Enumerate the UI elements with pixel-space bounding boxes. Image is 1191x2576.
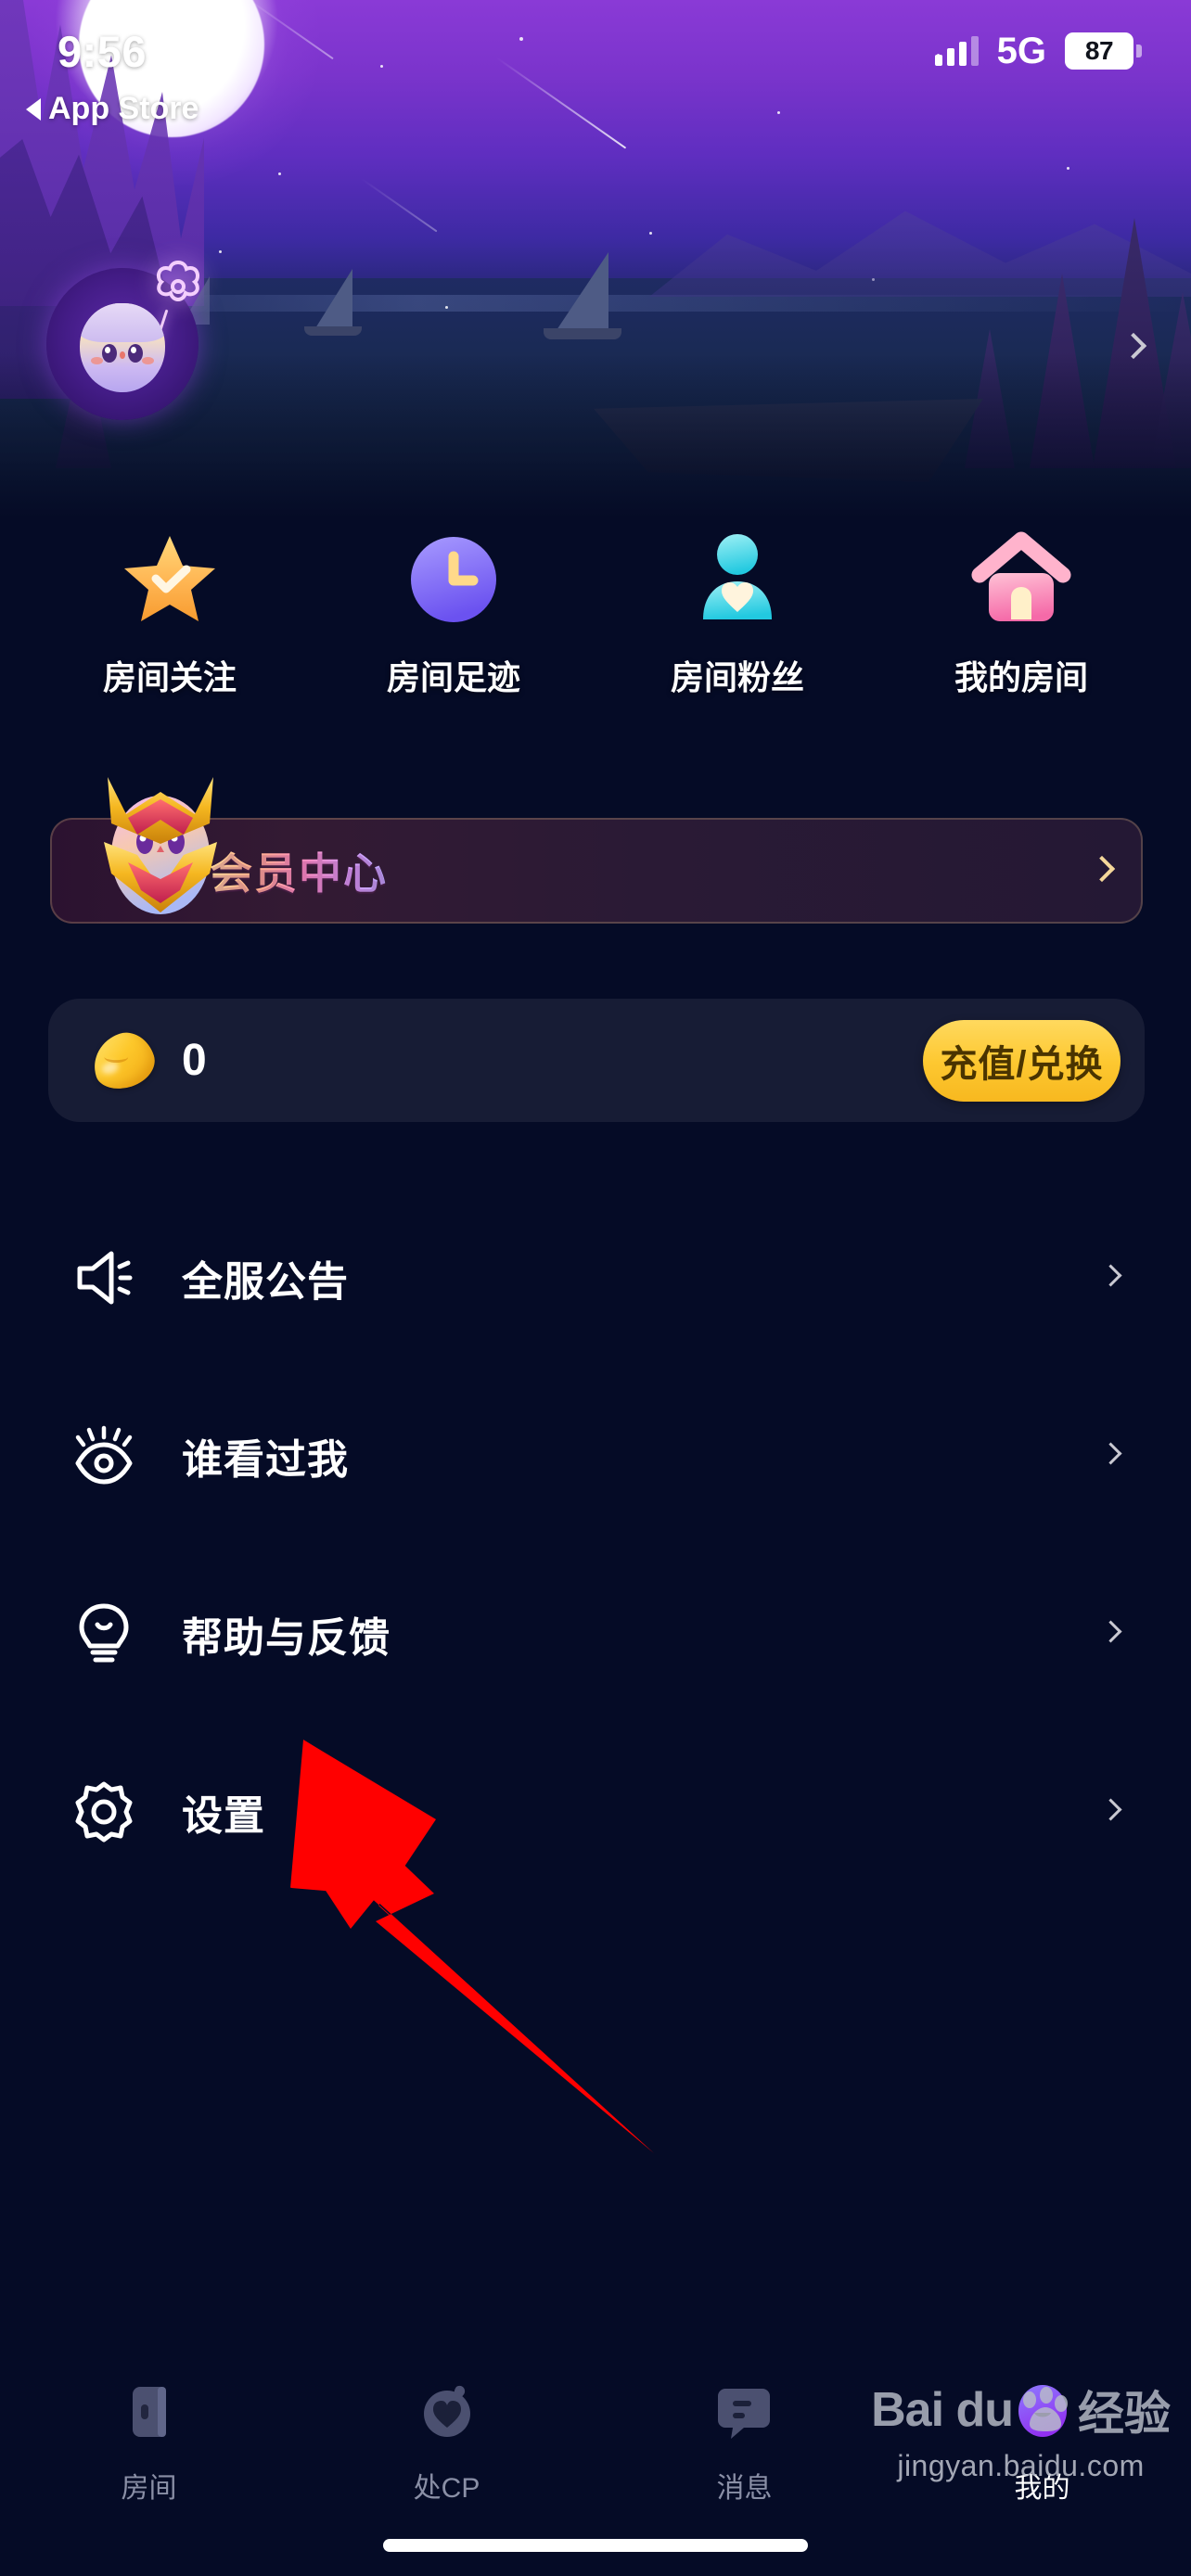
- baidu-jingyan-watermark: Bai du 经验 jingyan.baidu.com: [871, 2377, 1171, 2483]
- back-triangle-icon: [26, 97, 41, 121]
- quick-action-room-fans[interactable]: 房间粉丝: [631, 529, 844, 699]
- menu-item-chevron[interactable]: [1099, 1264, 1122, 1288]
- quick-action-label: 房间关注: [102, 658, 237, 696]
- back-to-app-store-link[interactable]: App Store: [26, 91, 198, 127]
- quick-action-label: 房间足迹: [386, 658, 520, 696]
- avatar-face: [80, 303, 165, 392]
- menu-item-announcement[interactable]: 全服公告: [0, 1189, 1191, 1367]
- quick-actions-row: 房间关注 房间足迹 房间粉丝 我的房间: [0, 529, 1191, 699]
- back-link-label: App Store: [48, 91, 199, 126]
- recharge-exchange-button[interactable]: 充值/兑换: [923, 1019, 1121, 1102]
- baidu-paw-icon: [1023, 2387, 1068, 2431]
- cp-heart-icon: [415, 2379, 480, 2444]
- chevron-right-icon: [1088, 855, 1116, 882]
- chevron-right-icon: [1099, 1798, 1122, 1821]
- status-time: 9:56: [58, 26, 147, 76]
- watermark-brand: Bai du: [871, 2383, 1014, 2437]
- menu-item-settings[interactable]: 设置: [0, 1723, 1191, 1901]
- nav-item-room[interactable]: 房间: [38, 2379, 261, 2506]
- house-icon: [970, 529, 1072, 631]
- clock-icon: [403, 529, 505, 631]
- menu-item-label: 设置: [182, 1793, 265, 1839]
- member-center-banner[interactable]: 会员中心: [48, 777, 1145, 925]
- nav-item-message[interactable]: 消息: [634, 2379, 856, 2506]
- star-check-icon: [119, 529, 221, 631]
- nav-item-label: 消息: [716, 2473, 773, 2504]
- menu-item-chevron[interactable]: [1099, 1798, 1122, 1822]
- watermark-brand-cn: 经验: [1078, 2388, 1171, 2440]
- chevron-right-icon: [1120, 332, 1147, 359]
- lightbulb-icon: [70, 1600, 137, 1667]
- network-type-label: 5G: [996, 30, 1046, 71]
- avatar[interactable]: [39, 260, 206, 431]
- gear-icon: [70, 1779, 137, 1845]
- quick-action-room-footprint[interactable]: 房间足迹: [347, 529, 560, 699]
- quick-action-room-follow[interactable]: 房间关注: [63, 529, 276, 699]
- balance-amount: 0: [182, 1036, 207, 1085]
- menu-item-help-feedback[interactable]: 帮助与反馈: [0, 1545, 1191, 1723]
- chevron-right-icon: [1099, 1442, 1122, 1465]
- quick-action-label: 房间粉丝: [670, 658, 804, 696]
- menu-item-chevron[interactable]: [1099, 1620, 1122, 1644]
- profile-row[interactable]: [0, 260, 1191, 427]
- menu-item-chevron[interactable]: [1099, 1442, 1122, 1466]
- quick-action-label: 我的房间: [954, 658, 1088, 696]
- member-center-chevron[interactable]: [1088, 855, 1116, 883]
- menu-item-who-viewed-me[interactable]: 谁看过我: [0, 1367, 1191, 1545]
- battery-percent-label: 87: [1084, 36, 1114, 65]
- megaphone-icon: [70, 1244, 137, 1311]
- chevron-right-icon: [1099, 1264, 1122, 1287]
- message-bubble-icon: [712, 2379, 777, 2444]
- home-indicator[interactable]: [383, 2539, 808, 2552]
- signal-bars-icon: [934, 36, 979, 66]
- nav-item-cp[interactable]: 处CP: [336, 2379, 558, 2506]
- nav-item-label: 房间: [121, 2473, 177, 2504]
- quick-action-my-room[interactable]: 我的房间: [915, 529, 1128, 699]
- menu-item-label: 帮助与反馈: [182, 1615, 391, 1661]
- settings-menu-list: 全服公告 谁看过我 帮助与反馈 设置: [0, 1189, 1191, 1901]
- gold-bean-icon: [85, 1025, 161, 1096]
- status-bar: 9:56 5G 87: [0, 0, 1191, 102]
- battery-icon: 87: [1065, 32, 1142, 70]
- person-heart-icon: [686, 529, 788, 631]
- crowned-mascot-icon: [104, 777, 217, 914]
- profile-chevron[interactable]: [1120, 332, 1147, 360]
- watermark-url: jingyan.baidu.com: [897, 2449, 1145, 2482]
- balance-card: 0 充值/兑换: [48, 999, 1145, 1122]
- menu-item-label: 谁看过我: [182, 1437, 349, 1483]
- member-center-title: 会员中心: [210, 840, 388, 901]
- chevron-right-icon: [1099, 1620, 1122, 1643]
- eye-icon: [70, 1422, 137, 1489]
- room-icon: [117, 2379, 182, 2444]
- menu-item-label: 全服公告: [182, 1259, 349, 1305]
- nav-item-label: 处CP: [413, 2473, 480, 2504]
